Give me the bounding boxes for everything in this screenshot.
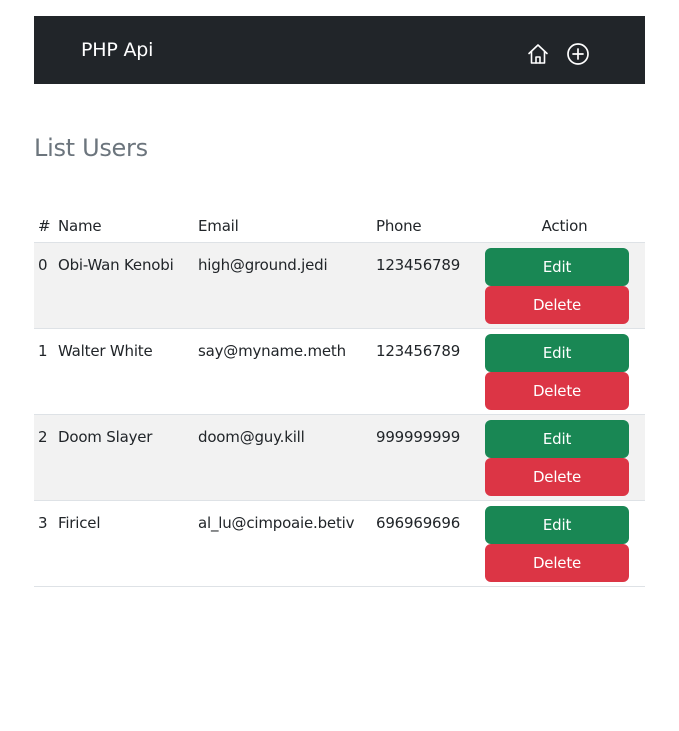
header-name: Name bbox=[58, 210, 198, 243]
header-index: # bbox=[34, 210, 58, 243]
row-name: Firicel bbox=[58, 500, 198, 587]
row-phone: 123456789 bbox=[376, 242, 484, 329]
row-phone: 696969696 bbox=[376, 500, 484, 587]
row-index: 0 bbox=[34, 242, 58, 329]
row-email: al_lu@cimpoaie.betiv bbox=[198, 500, 376, 587]
navbar: PHP Api bbox=[34, 16, 645, 84]
edit-button[interactable]: Edit bbox=[485, 506, 629, 544]
delete-button[interactable]: Delete bbox=[485, 544, 629, 582]
table-row: 3 Firicel al_lu@cimpoaie.betiv 696969696… bbox=[34, 500, 645, 587]
edit-button[interactable]: Edit bbox=[485, 420, 629, 458]
edit-button[interactable]: Edit bbox=[485, 334, 629, 372]
row-email: high@ground.jedi bbox=[198, 242, 376, 329]
row-index: 2 bbox=[34, 414, 58, 501]
row-phone: 123456789 bbox=[376, 328, 484, 415]
table-header-row: # Name Email Phone Action bbox=[34, 210, 645, 243]
row-actions: Edit Delete bbox=[484, 500, 645, 587]
plus-circle-icon[interactable] bbox=[566, 42, 590, 66]
header-phone: Phone bbox=[376, 210, 484, 243]
row-name: Obi-Wan Kenobi bbox=[58, 242, 198, 329]
delete-button[interactable]: Delete bbox=[485, 458, 629, 496]
row-actions: Edit Delete bbox=[484, 242, 645, 329]
row-index: 3 bbox=[34, 500, 58, 587]
row-name: Doom Slayer bbox=[58, 414, 198, 501]
row-email: say@myname.meth bbox=[198, 328, 376, 415]
table-row: 2 Doom Slayer doom@guy.kill 999999999 Ed… bbox=[34, 414, 645, 501]
table-row: 1 Walter White say@myname.meth 123456789… bbox=[34, 328, 645, 415]
house-icon[interactable] bbox=[526, 42, 550, 66]
delete-button[interactable]: Delete bbox=[485, 372, 629, 410]
users-table: # Name Email Phone Action 0 Obi-Wan Keno… bbox=[34, 210, 645, 587]
row-actions: Edit Delete bbox=[484, 328, 645, 415]
delete-button[interactable]: Delete bbox=[485, 286, 629, 324]
page-title: List Users bbox=[34, 134, 148, 162]
row-actions: Edit Delete bbox=[484, 414, 645, 501]
header-action: Action bbox=[484, 210, 645, 243]
row-phone: 999999999 bbox=[376, 414, 484, 501]
edit-button[interactable]: Edit bbox=[485, 248, 629, 286]
brand-link[interactable]: PHP Api bbox=[81, 38, 153, 62]
header-email: Email bbox=[198, 210, 376, 243]
table-row: 0 Obi-Wan Kenobi high@ground.jedi 123456… bbox=[34, 242, 645, 329]
row-email: doom@guy.kill bbox=[198, 414, 376, 501]
row-index: 1 bbox=[34, 328, 58, 415]
row-name: Walter White bbox=[58, 328, 198, 415]
